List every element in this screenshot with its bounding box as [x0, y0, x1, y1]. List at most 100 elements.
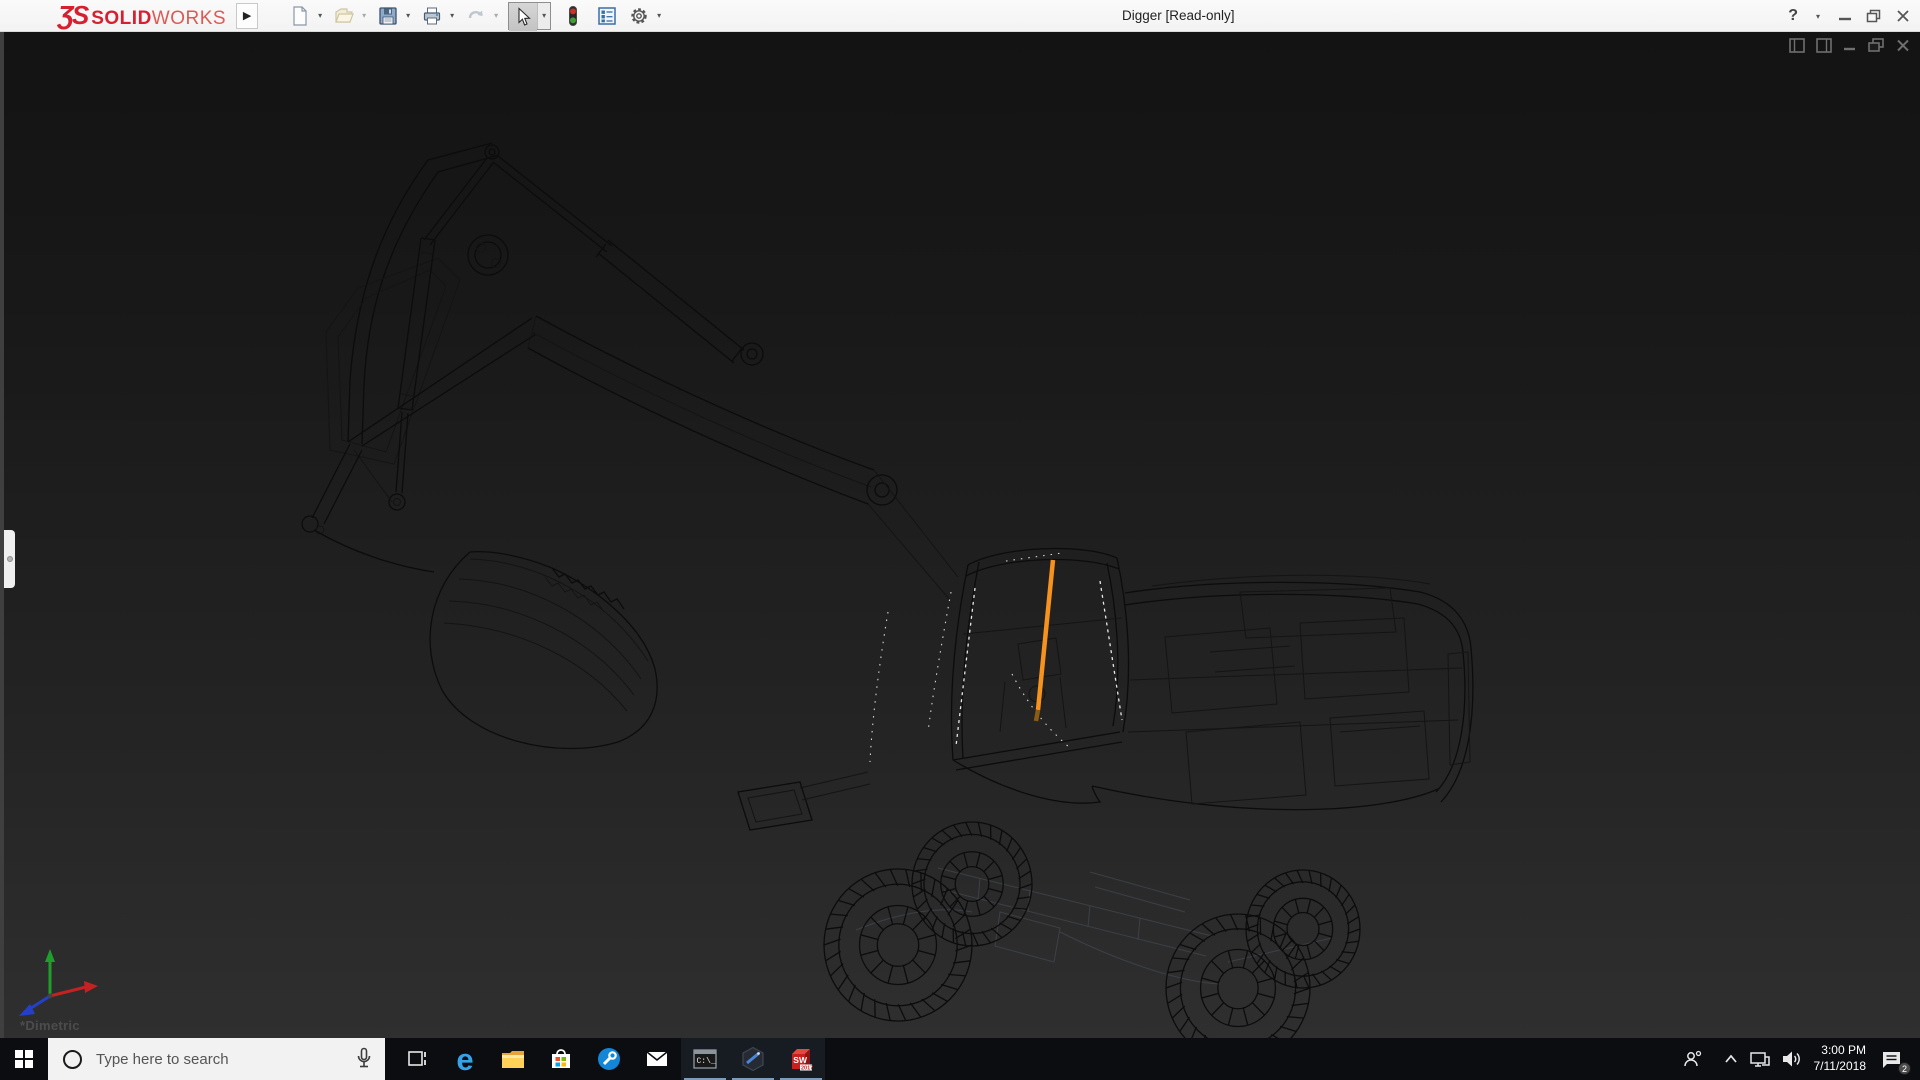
chevron-up-icon	[1722, 1050, 1740, 1068]
cortana-icon	[63, 1050, 82, 1069]
windows-taskbar: Type here to search e	[0, 1038, 1920, 1080]
open-dropdown[interactable]: ▾	[358, 11, 370, 20]
doc-restore-icon[interactable]	[1868, 38, 1885, 53]
taskbar-app-file-explorer[interactable]	[489, 1038, 537, 1080]
bucket-assembly[interactable]	[302, 444, 657, 749]
orientation-triad	[6, 944, 116, 1028]
taskbar-app-edge[interactable]: e	[441, 1038, 489, 1080]
action-center-button[interactable]: 2	[1880, 1047, 1904, 1071]
system-tray: 3:00 PM 7/11/2018 2	[1682, 1038, 1920, 1080]
title-bar: ƷS SOLID WORKS ▶ ▾ ▾	[0, 0, 1920, 32]
traffic-light-icon	[562, 5, 584, 27]
minimize-button[interactable]	[1838, 9, 1852, 23]
cmd-prompt-text: C:\_	[697, 1057, 716, 1066]
save-floppy-icon	[377, 5, 399, 27]
command-prompt-icon: C:\_	[692, 1046, 718, 1072]
save-button[interactable]	[374, 2, 402, 30]
wrench-circle-icon	[596, 1046, 622, 1072]
search-placeholder: Type here to search	[96, 1051, 229, 1068]
edge-icon: e	[456, 1044, 473, 1075]
rebuild-button[interactable]	[559, 2, 587, 30]
windows-logo-icon	[15, 1050, 33, 1068]
task-pane-button[interactable]	[593, 2, 621, 30]
menu-flyout-button[interactable]: ▶	[236, 3, 258, 29]
network-icon	[1748, 1048, 1772, 1070]
quick-access-toolbar: ▾ ▾ ▾	[286, 2, 669, 30]
select-button[interactable]	[509, 3, 537, 31]
selected-edge-endcap	[1036, 710, 1038, 721]
notification-badge: 2	[1898, 1062, 1911, 1075]
help-dropdown[interactable]: ▾	[1812, 12, 1824, 21]
clock-date: 7/11/2018	[1814, 1059, 1867, 1075]
close-button[interactable]	[1896, 9, 1910, 23]
new-document-dropdown[interactable]: ▾	[314, 11, 326, 20]
wheels[interactable]	[824, 822, 1360, 1038]
cab[interactable]	[951, 548, 1128, 770]
tray-overflow-button[interactable]	[1722, 1050, 1740, 1068]
help-button[interactable]: ?	[1788, 7, 1798, 25]
flyout-tab-dot-icon	[7, 556, 13, 562]
select-dropdown[interactable]: ▾	[537, 3, 550, 29]
clock-time: 3:00 PM	[1814, 1043, 1867, 1059]
start-button[interactable]	[0, 1038, 48, 1080]
taskbar-app-store[interactable]	[537, 1038, 585, 1080]
flyout-arrow-icon: ▶	[243, 9, 251, 22]
task-view-icon	[405, 1047, 429, 1071]
print-button[interactable]	[418, 2, 446, 30]
printer-icon	[421, 5, 443, 27]
file-explorer-icon	[500, 1046, 526, 1072]
taskbar-app-mail[interactable]	[633, 1038, 681, 1080]
taskbar-app-command-prompt[interactable]: C:\_	[681, 1038, 729, 1080]
ds-logo-mark: ƷS	[58, 0, 87, 31]
store-icon	[548, 1046, 574, 1072]
window-controls: ? ▾	[1788, 0, 1910, 32]
save-dropdown[interactable]: ▾	[402, 11, 414, 20]
people-button[interactable]	[1682, 1048, 1704, 1070]
taskbar-app-solidworks[interactable]: SW 2017	[777, 1038, 825, 1080]
document-title: Digger [Read-only]	[1122, 0, 1235, 32]
doc-close-icon[interactable]	[1896, 38, 1910, 53]
undo-dropdown[interactable]: ▾	[490, 11, 502, 20]
hidden-edge-highlights	[870, 553, 1122, 762]
sw-year-text: 2017	[801, 1065, 813, 1071]
feature-manager-flyout-tab[interactable]	[4, 530, 15, 588]
edrawings-hexagon-icon	[740, 1046, 766, 1072]
open-folder-icon	[333, 5, 355, 27]
network-button[interactable]	[1748, 1048, 1772, 1070]
task-view-button[interactable]	[393, 1038, 441, 1080]
pane-right-icon[interactable]	[1816, 38, 1832, 53]
undo-button[interactable]	[462, 2, 490, 30]
taskbar-clock[interactable]: 3:00 PM 7/11/2018	[1814, 1043, 1867, 1074]
microphone-icon[interactable]	[354, 1047, 374, 1071]
search-box[interactable]: Type here to search	[48, 1038, 385, 1080]
graphics-viewport[interactable]: *Dimetric	[0, 32, 1920, 1038]
options-button[interactable]	[625, 2, 653, 30]
selected-edge[interactable]	[1038, 560, 1053, 710]
new-document-button[interactable]	[286, 2, 314, 30]
solidworks-window: ƷS SOLID WORKS ▶ ▾ ▾	[0, 0, 1920, 1080]
taskbar-app-settings-tool[interactable]	[585, 1038, 633, 1080]
mail-icon	[644, 1046, 670, 1072]
solidworks-2017-icon: SW 2017	[788, 1046, 815, 1073]
undo-arrow-icon	[465, 5, 487, 27]
restore-button[interactable]	[1866, 9, 1882, 23]
upper-body[interactable]	[953, 575, 1473, 809]
people-icon	[1682, 1048, 1704, 1070]
volume-button[interactable]	[1780, 1048, 1804, 1070]
view-orientation-label: *Dimetric	[20, 1018, 80, 1033]
taskbar-app-edrawings[interactable]	[729, 1038, 777, 1080]
pane-left-icon[interactable]	[1789, 38, 1805, 53]
solidworks-logo: ƷS SOLID WORKS	[58, 0, 226, 31]
select-button-group: ▾	[508, 2, 551, 30]
front-bracket[interactable]	[738, 772, 870, 830]
gear-icon	[628, 5, 650, 27]
boom-assembly[interactable]	[326, 143, 958, 600]
options-dropdown[interactable]: ▾	[653, 11, 665, 20]
print-dropdown[interactable]: ▾	[446, 11, 458, 20]
document-window-controls	[1789, 38, 1910, 53]
wireframe-model[interactable]	[0, 32, 1920, 1038]
doc-minimize-icon[interactable]	[1843, 38, 1857, 53]
open-button[interactable]	[330, 2, 358, 30]
list-icon	[596, 5, 618, 27]
select-arrow-icon	[512, 6, 534, 28]
